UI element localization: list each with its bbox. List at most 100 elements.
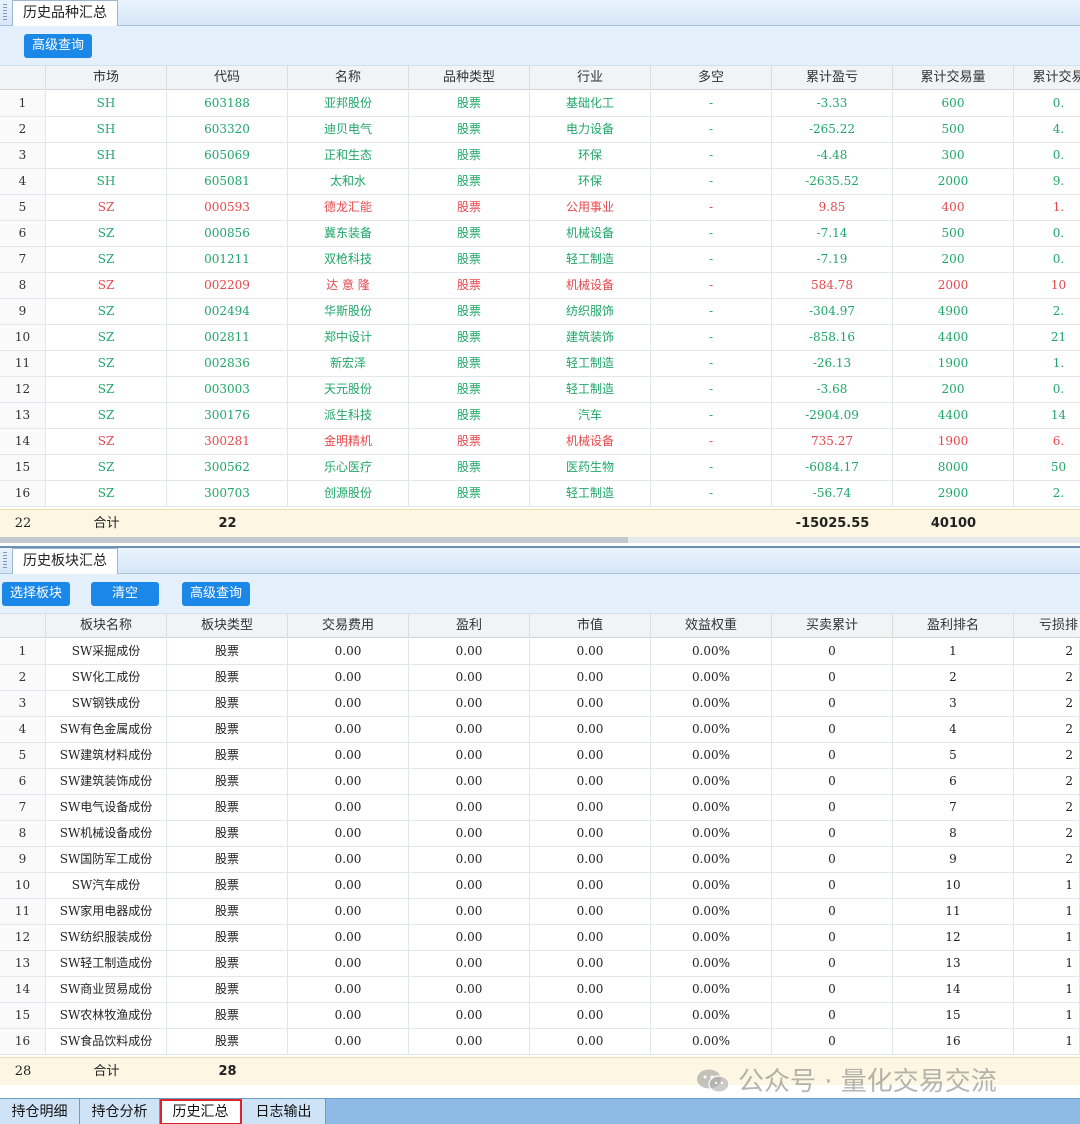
table-row[interactable]: 15 SW农林牧渔成份 股票 0.00 0.00 0.00 0.00% 0 15 1 [0,1003,1080,1029]
table-row[interactable]: 4 SH 605081 太和水 股票 环保 - -2635.52 2000 9. [0,169,1080,195]
horizontal-scrollbar[interactable] [0,537,1080,543]
clear-button[interactable]: 清空 [91,582,159,606]
cell-code: 300176 [167,403,288,428]
bottom-tab[interactable]: 持仓分析 [80,1099,160,1124]
watermark: 公众号 · 量化交易交流 [696,1064,997,1100]
cell-market: SH [46,117,167,142]
select-sector-button[interactable]: 选择板块 [2,582,70,606]
column-header[interactable]: 市场 [46,66,167,90]
column-header[interactable]: 板块名称 [46,614,167,638]
cell-type: 股票 [167,925,288,950]
column-header[interactable] [0,614,46,638]
table-row[interactable]: 11 SZ 002836 新宏泽 股票 轻工制造 - -26.13 1900 1. [0,351,1080,377]
table-row[interactable]: 2 SH 603320 迪贝电气 股票 电力设备 - -265.22 500 4. [0,117,1080,143]
cell-trades: 0 [772,795,893,820]
cell-pnl: -26.13 [772,351,893,376]
table-row[interactable]: 4 SW有色金属成份 股票 0.00 0.00 0.00 0.00% 0 4 2 [0,717,1080,743]
column-header[interactable]: 亏损排 [1014,614,1080,638]
table-row[interactable]: 1 SH 603188 亚邦股份 股票 基础化工 - -3.33 600 0. [0,91,1080,117]
cell-name: 新宏泽 [288,351,409,376]
column-header[interactable]: 多空 [651,66,772,90]
table-row[interactable]: 8 SW机械设备成份 股票 0.00 0.00 0.00 0.00% 0 8 2 [0,821,1080,847]
cell-name: 创源股份 [288,481,409,506]
table-row[interactable]: 9 SZ 002494 华斯股份 股票 纺织服饰 - -304.97 4900 2. [0,299,1080,325]
bottom-tab[interactable]: 历史汇总 [160,1099,242,1124]
scrollbar-thumb[interactable] [0,537,628,543]
table-row[interactable]: 12 SW纺织服装成份 股票 0.00 0.00 0.00 0.00% 0 12 1 [0,925,1080,951]
column-header[interactable]: 交易费用 [288,614,409,638]
table-row[interactable]: 13 SW轻工制造成份 股票 0.00 0.00 0.00 0.00% 0 13 1 [0,951,1080,977]
table-row[interactable]: 6 SW建筑装饰成份 股票 0.00 0.00 0.00 0.00% 0 6 2 [0,769,1080,795]
table-row[interactable]: 1 SW采掘成份 股票 0.00 0.00 0.00 0.00% 0 1 2 [0,639,1080,665]
table-row[interactable]: 9 SW国防军工成份 股票 0.00 0.00 0.00 0.00% 0 9 2 [0,847,1080,873]
cell-type: 股票 [167,847,288,872]
advanced-query-button[interactable]: 高级查询 [182,582,250,606]
column-header[interactable]: 累计盈亏 [772,66,893,90]
table-row[interactable]: 8 SZ 002209 达 意 隆股票 机械设备 -584.78 2000 10 [0,273,1080,299]
table-row[interactable]: 15 SZ 300562 乐心医疗 股票 医药生物 - -6084.17 8000 50 [0,455,1080,481]
table-row[interactable]: 6 SZ 000856 冀东装备 股票 机械设备 - -7.14 500 0. [0,221,1080,247]
column-header[interactable]: 盈利 [409,614,530,638]
bottom-tab[interactable]: 持仓明细 [0,1099,80,1124]
column-header[interactable]: 盈利排名 [893,614,1014,638]
column-header[interactable]: 品种类型 [409,66,530,90]
cell-profit: 0.00 [409,925,530,950]
table-row[interactable]: 16 SW食品饮料成份 股票 0.00 0.00 0.00 0.00% 0 16 1 [0,1029,1080,1055]
cell-amt: 10 [1014,273,1080,298]
cell-volume: 500 [893,221,1014,246]
cell-name: 正和生态 [288,143,409,168]
table-row[interactable]: 7 SZ 001211 双枪科技 股票 轻工制造 - -7.19 200 0. [0,247,1080,273]
cell-loss: 2 [1014,665,1080,690]
cell-pnl: 735.27 [772,429,893,454]
cell-trades: 0 [772,769,893,794]
table-row[interactable]: 10 SZ 002811 郑中设计 股票 建筑装饰 - -858.16 4400 21 [0,325,1080,351]
column-header[interactable]: 行业 [530,66,651,90]
cell-type: 股票 [167,769,288,794]
column-header[interactable]: 累计交易 [1014,66,1080,90]
tab-history-instrument-summary[interactable]: 历史品种汇总 [12,0,118,27]
cell-rank: 5 [893,743,1014,768]
column-header[interactable]: 名称 [288,66,409,90]
column-header[interactable]: 累计交易量 [893,66,1014,90]
cell-trades: 0 [772,691,893,716]
cell-name: SW电气设备成份 [46,795,167,820]
drag-grip-icon[interactable] [3,4,7,20]
table-row[interactable]: 16 SZ 300703 创源股份 股票 轻工制造 - -56.74 2900 2. [0,481,1080,507]
cell-side: - [651,429,772,454]
cell-weight: 0.00% [651,977,772,1002]
cell-type: 股票 [167,639,288,664]
table-row[interactable]: 14 SZ 300281 金明精机 股票 机械设备 -735.27 1900 6. [0,429,1080,455]
cell-fee: 0.00 [288,769,409,794]
toolbar: 高级查询 [0,26,1080,66]
column-header[interactable]: 市值 [530,614,651,638]
table-row[interactable]: 5 SW建筑材料成份 股票 0.00 0.00 0.00 0.00% 0 5 2 [0,743,1080,769]
table-row[interactable]: 2 SW化工成份 股票 0.00 0.00 0.00 0.00% 0 2 2 [0,665,1080,691]
cell-code: 603320 [167,117,288,142]
row-number: 5 [0,743,46,768]
column-header[interactable]: 代码 [167,66,288,90]
table-row[interactable]: 13 SZ 300176 派生科技 股票 汽车 - -2904.09 4400 14 [0,403,1080,429]
column-header[interactable]: 买卖累计 [772,614,893,638]
table-row[interactable]: 7 SW电气设备成份 股票 0.00 0.00 0.00 0.00% 0 7 2 [0,795,1080,821]
column-header[interactable]: 板块类型 [167,614,288,638]
table-row[interactable]: 12 SZ 003003 天元股份 股票 轻工制造 - -3.68 200 0. [0,377,1080,403]
advanced-query-button[interactable]: 高级查询 [24,34,92,58]
cell-name: SW钢铁成份 [46,691,167,716]
table-row[interactable]: 5 SZ 000593 德龙汇能 股票 公用事业 -9.85 400 1. [0,195,1080,221]
column-header[interactable] [0,66,46,90]
cell-type: 股票 [409,169,530,194]
column-header[interactable]: 效益权重 [651,614,772,638]
table-row[interactable]: 14 SW商业贸易成份 股票 0.00 0.00 0.00 0.00% 0 14 1 [0,977,1080,1003]
bottom-tab[interactable]: 日志输出 [242,1099,326,1124]
drag-grip-icon[interactable] [3,552,7,568]
table-row[interactable]: 10 SW汽车成份 股票 0.00 0.00 0.00 0.00% 0 10 1 [0,873,1080,899]
table-row[interactable]: 3 SW钢铁成份 股票 0.00 0.00 0.00 0.00% 0 3 2 [0,691,1080,717]
cell-type: 股票 [167,743,288,768]
tab-history-sector-summary[interactable]: 历史板块汇总 [12,548,118,575]
cell-trades: 0 [772,899,893,924]
table-row[interactable]: 11 SW家用电器成份 股票 0.00 0.00 0.00 0.00% 0 11 1 [0,899,1080,925]
cell-weight: 0.00% [651,925,772,950]
cell-weight: 0.00% [651,821,772,846]
cell-amt: 1. [1014,351,1080,376]
table-row[interactable]: 3 SH 605069 正和生态 股票 环保 - -4.48 300 0. [0,143,1080,169]
